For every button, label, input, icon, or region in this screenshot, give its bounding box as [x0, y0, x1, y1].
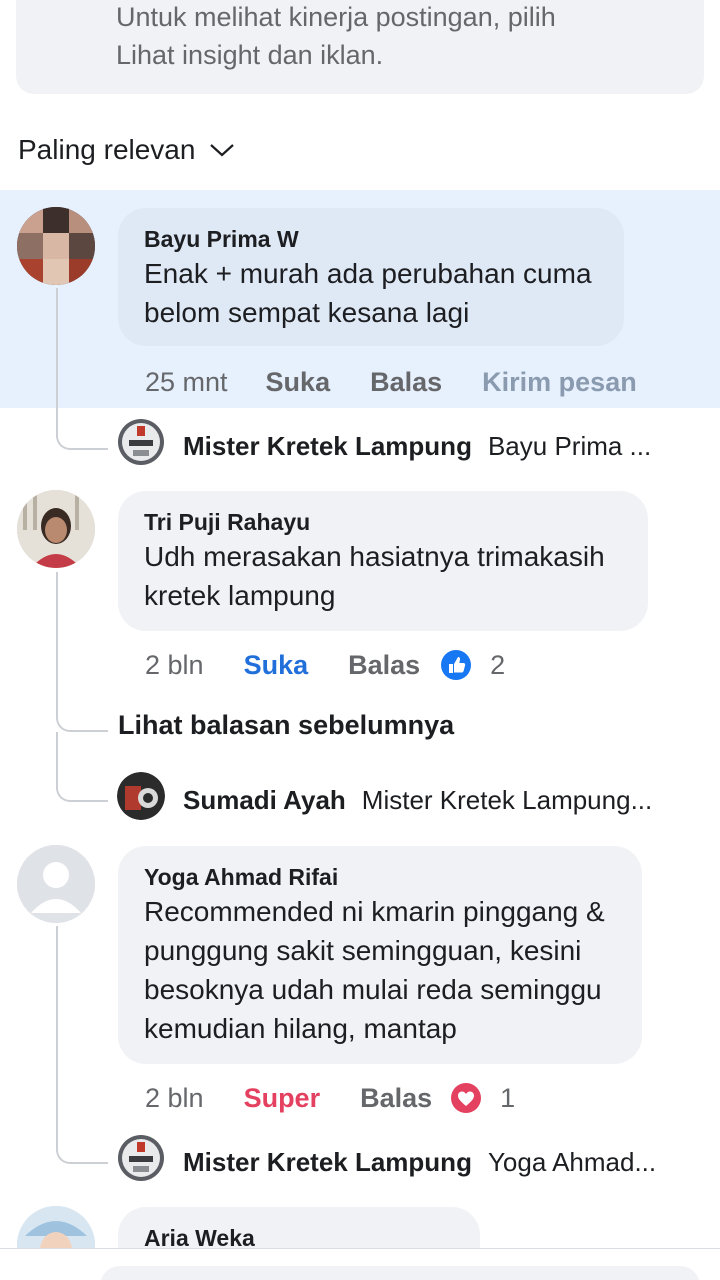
avatar[interactable] [17, 845, 95, 923]
comment-bubble[interactable]: Yoga Ahmad Rifai Recommended ni kmarin p… [118, 846, 642, 1064]
comment-time: 25 mnt [145, 366, 228, 397]
info-text-line-2: Lihat insight dan iklan. [116, 40, 384, 70]
comment-text-line: Udh merasakan hasiatnya trimakasih [144, 541, 605, 572]
avatar[interactable] [117, 1134, 165, 1182]
love-button[interactable]: Super [244, 1083, 321, 1114]
see-previous-replies-link[interactable]: Lihat balasan sebelumnya [118, 710, 454, 741]
reply-author[interactable]: Mister Kretek Lampung [183, 1147, 472, 1178]
page-logo-icon [118, 419, 164, 465]
reply-text: Mister Kretek Lampung... [361, 784, 653, 815]
comment-text-line: besoknya udah mulai reda seminggu [144, 974, 602, 1005]
comment-text-line: Recommended ni kmarin pinggang & [144, 896, 605, 927]
avatar-photo [17, 207, 95, 285]
reply-preview[interactable]: Sumadi Ayah Mister Kretek Lampung... [183, 776, 652, 824]
avatar[interactable] [117, 772, 165, 820]
reply-button[interactable]: Balas [348, 650, 420, 681]
info-text-line-1: Untuk melihat kinerja postingan, pilih [116, 2, 556, 32]
avatar[interactable] [117, 418, 165, 466]
comment-text-line: belom sempat kesana lagi [144, 297, 470, 328]
thread-connector [56, 926, 108, 1164]
reply-text: Yoga Ahmad... [487, 1146, 657, 1177]
comment-input[interactable] [100, 1266, 700, 1280]
comment-author[interactable]: Bayu Prima W [144, 224, 598, 254]
sort-label: Paling relevan [18, 134, 196, 165]
reaction-count[interactable]: 2 [490, 650, 505, 681]
send-message-button[interactable]: Kirim pesan [482, 367, 637, 398]
reply-preview[interactable]: Mister Kretek Lampung Yoga Ahmad... [183, 1138, 656, 1186]
comment-bubble[interactable]: Bayu Prima W Enak + murah ada perubahan … [118, 208, 624, 346]
comment-author[interactable]: Yoga Ahmad Rifai [144, 862, 616, 892]
reply-button[interactable]: Balas [370, 367, 442, 398]
like-button[interactable]: Suka [266, 367, 331, 398]
comment-text-line: kretek lampung [144, 580, 336, 611]
thread-connector [56, 732, 108, 802]
comment-author[interactable]: Tri Puji Rahayu [144, 507, 622, 537]
avatar[interactable] [17, 490, 95, 568]
reply-preview[interactable]: Mister Kretek Lampung Bayu Prima ... [183, 422, 651, 470]
default-avatar-icon [17, 845, 95, 923]
thread-connector [56, 288, 108, 450]
comment-bubble[interactable]: Tri Puji Rahayu Udh merasakan hasiatnya … [118, 491, 648, 631]
sort-dropdown[interactable]: Paling relevan [18, 130, 235, 170]
comment-text-line: kemudian hilang, mantap [144, 1013, 457, 1044]
page-logo-icon [118, 1135, 164, 1181]
insight-info-box: Untuk melihat kinerja postingan, pilih L… [16, 0, 704, 94]
reaction-count[interactable]: 1 [500, 1083, 515, 1114]
avatar-photo [17, 490, 95, 568]
avatar[interactable] [17, 207, 95, 285]
avatar-photo [117, 772, 165, 820]
love-reaction-icon[interactable] [450, 1082, 482, 1114]
comment-time: 2 bln [145, 649, 204, 680]
thread-connector [56, 572, 108, 732]
comment-time: 2 bln [145, 1082, 204, 1113]
reply-button[interactable]: Balas [360, 1083, 432, 1114]
chevron-down-icon [210, 144, 235, 157]
comment-actions: 2 bln Super Balas 1 [145, 1078, 515, 1118]
comment-actions: 2 bln Suka Balas 2 [145, 645, 505, 685]
like-button[interactable]: Suka [244, 650, 309, 681]
reply-author[interactable]: Mister Kretek Lampung [183, 431, 472, 462]
reply-author[interactable]: Sumadi Ayah [183, 785, 346, 816]
comment-text-line: Enak + murah ada perubahan cuma [144, 258, 592, 289]
comment-actions: 25 mnt Suka Balas Kirim pesan [145, 362, 637, 402]
comment-text-line: punggung sakit semingguan, kesini [144, 935, 582, 966]
reply-text: Bayu Prima ... [487, 430, 652, 461]
like-reaction-icon[interactable] [440, 649, 472, 681]
